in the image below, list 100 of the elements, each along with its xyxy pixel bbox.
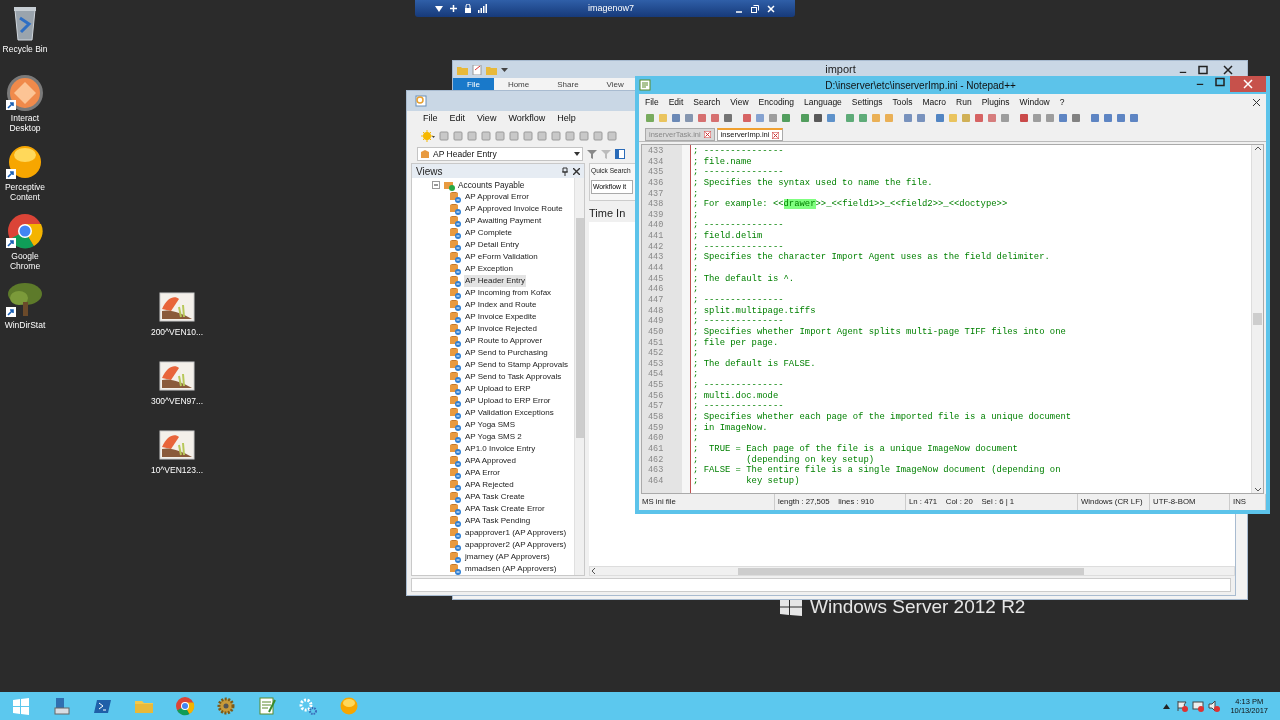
close-tab-icon[interactable] [772, 131, 780, 139]
menu-item[interactable]: Macro [922, 95, 947, 109]
view-dropdown[interactable]: AP Header Entry [417, 147, 583, 161]
menu-item[interactable]: File [423, 112, 438, 126]
dropdown-icon[interactable] [435, 5, 443, 12]
tree-item[interactable]: AP Invoice Rejected [464, 323, 538, 335]
menu-item[interactable]: ? [1059, 95, 1065, 109]
scrollbar[interactable] [589, 566, 1235, 576]
tree-item[interactable]: AP1.0 Invoice Entry [464, 443, 537, 455]
menu-item[interactable]: Plugins [981, 95, 1010, 109]
gear-icon[interactable] [215, 696, 236, 716]
ribbon-tab[interactable]: Home [493, 78, 544, 92]
clear-filter-icon[interactable] [601, 149, 611, 159]
tree-item[interactable]: AP Yoga SMS [464, 419, 517, 431]
tree-item[interactable]: APA Rejected [464, 479, 515, 491]
ribbon-tab[interactable]: View [592, 78, 638, 92]
gear-icon[interactable] [297, 696, 318, 716]
tree-item[interactable]: AP Yoga SMS 2 [464, 431, 523, 443]
code-line: ; multi.doc.mode [693, 390, 780, 402]
queue-icon [450, 203, 462, 215]
tree-item[interactable]: AP Complete [464, 227, 513, 239]
tree-item[interactable]: AP Exception [464, 263, 514, 275]
scrollbar-thumb[interactable] [1253, 313, 1262, 325]
menu-item[interactable]: File [645, 95, 659, 109]
menu-item[interactable]: Settings [851, 95, 883, 109]
menu-item[interactable]: Edit [449, 112, 466, 126]
menu-item[interactable]: View [477, 112, 497, 126]
menu-item[interactable]: Window [1019, 95, 1050, 109]
menu-item[interactable]: Edit [668, 95, 684, 109]
tree-item[interactable]: AP Upload to ERP [464, 383, 532, 395]
tree-item[interactable]: APA Error [464, 467, 501, 479]
tree-item[interactable]: AP Send to Task Approvals [464, 371, 563, 383]
scroll-left-icon[interactable] [590, 567, 598, 575]
dropdown-icon[interactable] [501, 67, 508, 72]
tree-item[interactable]: AP Index and Route [464, 299, 538, 311]
tree-item[interactable]: mmadsen (AP Approvers) [464, 563, 558, 575]
tree-item[interactable]: AP Awaiting Payment [464, 215, 543, 227]
notepad-icon[interactable] [256, 696, 277, 716]
menu-item[interactable]: Encoding [758, 95, 795, 109]
tray-expand-icon[interactable] [1163, 703, 1171, 709]
close-icon[interactable] [1253, 98, 1260, 106]
queue-icon [450, 407, 462, 419]
menu-item[interactable]: Language [804, 95, 842, 109]
chrome-icon[interactable] [5, 211, 45, 251]
tree-item[interactable]: APA Approved [464, 455, 517, 467]
tree-item[interactable]: AP Send to Stamp Approvals [464, 359, 570, 371]
collapse-icon[interactable] [432, 181, 440, 189]
tree-item[interactable]: AP Approval Error [464, 191, 530, 203]
tree-item[interactable]: AP Approved Invoice Route [464, 203, 564, 215]
tree-item[interactable]: AP Validation Exceptions [464, 407, 555, 419]
tree-item[interactable]: APA Task Create Error [464, 503, 546, 515]
window-title: imagenow7 [587, 1, 635, 15]
tree-item[interactable]: APA Task Create [464, 491, 526, 503]
menu-item[interactable]: View [730, 95, 749, 109]
code-line: ; --------------- [693, 241, 785, 252]
tree-item[interactable]: AP Incoming from Kofax [464, 287, 553, 299]
tree-item[interactable]: AP Invoice Expedite [464, 311, 538, 323]
tree-item[interactable]: apapprover1 (AP Approvers) [464, 527, 568, 539]
start-icon[interactable] [10, 696, 31, 716]
app-icon [415, 95, 427, 107]
panel-icon[interactable] [615, 149, 625, 159]
menu-item[interactable]: Tools [892, 95, 913, 109]
tree-item[interactable]: AP Route to Approver [464, 335, 544, 347]
server-icon[interactable] [51, 696, 72, 716]
ribbon-tab[interactable]: Share [543, 78, 593, 92]
tree-icon[interactable] [5, 280, 45, 320]
menu-item[interactable]: Workflow [508, 112, 546, 126]
volume-icon[interactable] [1208, 700, 1221, 712]
scrollbar-thumb[interactable] [576, 218, 584, 438]
queue-icon [450, 395, 462, 407]
tree-item[interactable]: AP Header Entry [464, 275, 526, 287]
tree-item[interactable]: AP Send to Purchasing [464, 347, 549, 359]
orb-icon[interactable] [5, 73, 45, 113]
network-icon[interactable] [1192, 700, 1205, 712]
line-number: 462 [647, 454, 665, 466]
tree-item[interactable]: AP Upload to ERP Error [464, 395, 552, 407]
tree-item[interactable]: apapprover2 (AP Approvers) [464, 539, 568, 551]
scroll-down-icon[interactable] [1253, 485, 1262, 493]
properties-icon[interactable] [472, 64, 482, 75]
close-icon[interactable] [573, 167, 580, 175]
line-number: 456 [647, 390, 665, 402]
queue-icon [450, 527, 462, 539]
tree-item[interactable]: jmarney (AP Approvers) [464, 551, 551, 563]
tree-item[interactable]: AP eForm Validation [464, 251, 539, 263]
scrollbar[interactable] [1251, 145, 1263, 493]
menu-item[interactable]: Help [557, 112, 576, 126]
flag-icon[interactable] [1176, 700, 1189, 712]
scroll-up-icon[interactable] [1253, 145, 1262, 153]
scrollbar[interactable] [574, 178, 584, 575]
tree-item[interactable]: Accounts Payable [458, 178, 525, 192]
close-tab-icon[interactable] [703, 131, 711, 138]
restore-icon[interactable] [751, 4, 759, 13]
filter-icon[interactable] [587, 149, 597, 159]
tree-item[interactable]: APA Task Pending [464, 515, 532, 527]
pin-icon[interactable] [562, 166, 568, 176]
menu-item[interactable]: Search [693, 95, 721, 109]
menu-item[interactable]: Run [956, 95, 972, 109]
scrollbar-thumb[interactable] [738, 567, 1084, 575]
tree-item[interactable]: AP Detail Entry [464, 239, 521, 251]
new-item-icon[interactable] [421, 130, 435, 142]
